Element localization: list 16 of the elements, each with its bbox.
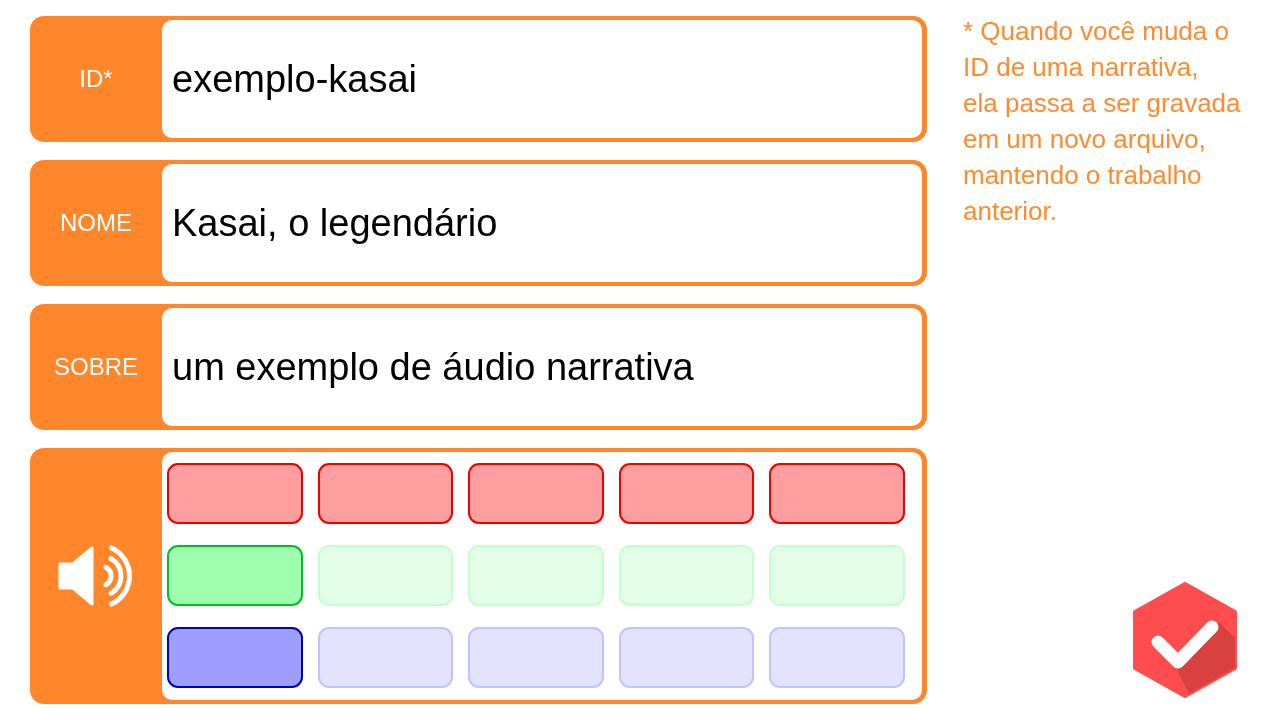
meter-segment[interactable] <box>618 463 755 524</box>
meter-segment[interactable] <box>468 463 604 524</box>
id-field[interactable]: exemplo-kasai <box>162 20 922 138</box>
check-hexagon-icon <box>1133 582 1237 698</box>
meter-segment[interactable] <box>167 463 303 524</box>
meter-segment[interactable] <box>769 463 905 524</box>
note-text: * Quando você muda o ID de uma narrativa, ela passa a ser gravada em um novo arquivo, mantendo o trabalho anterior. <box>963 15 1242 228</box>
field-label: SOBRE <box>54 352 138 382</box>
field-label: ID* <box>79 64 113 94</box>
field-label: NOME <box>60 208 132 238</box>
about-field[interactable]: um exemplo de áudio narrativa <box>162 308 922 426</box>
confirm-button[interactable] <box>1133 582 1237 698</box>
meter-segment[interactable] <box>167 627 303 688</box>
meter-segment[interactable] <box>317 463 454 524</box>
name-field[interactable]: Kasai, o legendário <box>162 164 922 282</box>
speaker-icon <box>57 543 135 609</box>
